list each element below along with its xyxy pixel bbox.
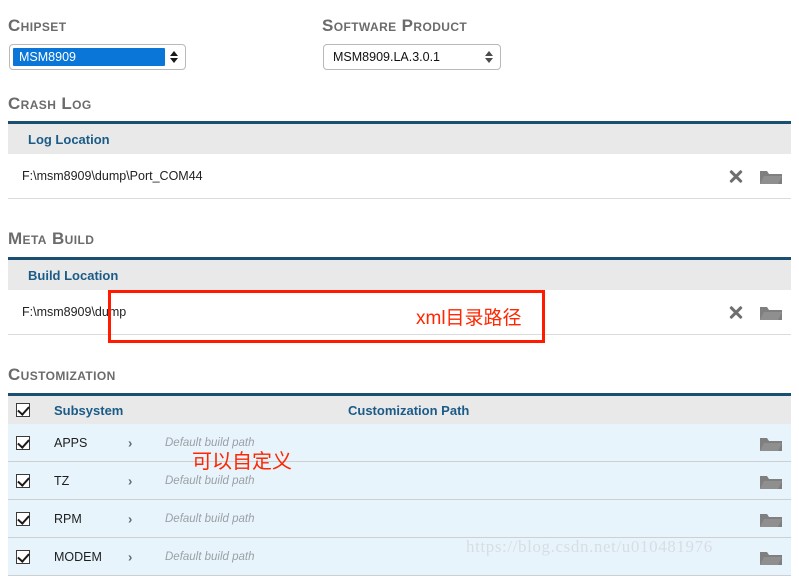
select-all-checkbox[interactable] — [16, 403, 30, 417]
software-product-label: Software Product — [322, 16, 468, 35]
close-icon[interactable] — [727, 303, 745, 321]
crash-log-table-header: Log Location — [8, 121, 791, 154]
row-checkbox[interactable] — [16, 549, 30, 564]
table-row[interactable]: TZ › Default build path — [8, 462, 791, 500]
subsystem-name: APPS — [54, 435, 88, 450]
subsystem-name: MODEM — [54, 549, 102, 564]
chipset-select[interactable]: MSM8909 — [9, 44, 186, 70]
customization-path-placeholder: Default build path — [165, 474, 255, 487]
annotation-text-xml-path: xml目录路径 — [416, 308, 522, 329]
meta-build-table-header: Build Location — [8, 257, 791, 290]
software-product-value: MSM8909.LA.3.0.1 — [333, 50, 441, 64]
crash-log-path: F:\msm8909\dump\Port_COM44 — [22, 169, 203, 183]
row-checkbox[interactable] — [16, 511, 30, 526]
customization-path-placeholder: Default build path — [165, 512, 255, 525]
column-header-customization-path: Customization Path — [348, 402, 470, 418]
folder-icon[interactable] — [759, 434, 783, 452]
annotation-text-customizable: 可以自定义 — [192, 451, 292, 473]
chevron-right-icon[interactable]: › — [128, 511, 132, 526]
meta-build-title: Meta Build — [8, 229, 95, 248]
crash-log-table: Log Location F:\msm8909\dump\Port_COM44 — [8, 121, 791, 199]
folder-icon[interactable] — [759, 303, 783, 321]
chevron-updown-icon — [482, 51, 496, 63]
folder-icon[interactable] — [759, 510, 783, 528]
row-checkbox[interactable] — [16, 435, 30, 450]
subsystem-name: RPM — [54, 511, 82, 526]
chipset-label: Chipset — [8, 16, 67, 35]
column-header-subsystem: Subsystem — [54, 402, 124, 418]
customization-path-placeholder: Default build path — [165, 550, 255, 563]
folder-icon[interactable] — [759, 472, 783, 490]
subsystem-name: TZ — [54, 473, 70, 488]
chevron-updown-icon — [167, 51, 181, 63]
folder-icon[interactable] — [759, 548, 783, 566]
chevron-right-icon[interactable]: › — [128, 435, 132, 450]
table-row[interactable]: RPM › Default build path — [8, 500, 791, 538]
watermark: https://blog.csdn.net/u010481976 — [466, 537, 713, 556]
chipset-value: MSM8909 — [13, 48, 165, 66]
crash-log-row[interactable]: F:\msm8909\dump\Port_COM44 — [8, 154, 791, 199]
row-checkbox[interactable] — [16, 473, 30, 488]
meta-build-row[interactable]: F:\msm8909\dump — [8, 290, 791, 335]
meta-build-path: F:\msm8909\dump — [22, 305, 127, 319]
crash-log-title: Crash Log — [8, 94, 92, 113]
column-header-build-location: Build Location — [28, 267, 119, 283]
column-header-log-location: Log Location — [28, 131, 110, 147]
close-icon[interactable] — [727, 167, 745, 185]
meta-build-table: Build Location F:\msm8909\dump — [8, 257, 791, 335]
customization-table-header: Subsystem Customization Path — [8, 393, 791, 424]
table-row[interactable]: APPS › Default build path — [8, 424, 791, 462]
folder-icon[interactable] — [759, 167, 783, 185]
chevron-right-icon[interactable]: › — [128, 549, 132, 564]
customization-title: Customization — [8, 365, 116, 384]
chevron-right-icon[interactable]: › — [128, 473, 132, 488]
software-product-select[interactable]: MSM8909.LA.3.0.1 — [323, 44, 501, 70]
